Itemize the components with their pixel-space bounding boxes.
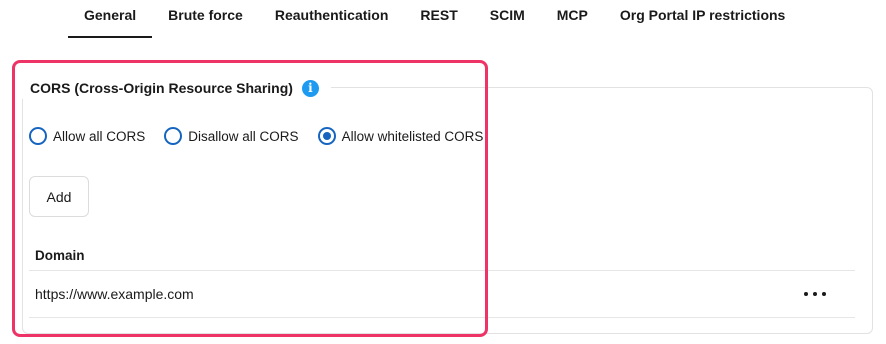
tab-general[interactable]: General: [68, 0, 153, 38]
radio-label: Disallow all CORS: [188, 128, 299, 144]
tab-brute-force[interactable]: Brute force: [168, 0, 243, 38]
settings-page: General Brute force Reauthentication RES…: [0, 0, 886, 344]
domain-cell: https://www.example.com: [35, 286, 194, 302]
domain-table: Domain https://www.example.com: [29, 240, 855, 318]
tab-mcp[interactable]: MCP: [557, 0, 588, 38]
radio-disallow-all-cors[interactable]: Disallow all CORS: [164, 127, 299, 145]
tab-reauthentication[interactable]: Reauthentication: [275, 0, 389, 38]
info-icon[interactable]: i: [301, 79, 319, 97]
cors-title: CORS (Cross-Origin Resource Sharing): [30, 80, 293, 96]
column-header-domain: Domain: [29, 240, 855, 271]
tab-rest[interactable]: REST: [420, 0, 457, 38]
radio-unchecked-icon[interactable]: [164, 127, 183, 145]
tab-bar: General Brute force Reauthentication RES…: [68, 0, 817, 38]
add-button[interactable]: Add: [29, 176, 89, 217]
radio-label: Allow whitelisted CORS: [341, 128, 484, 144]
radio-allow-all-cors[interactable]: Allow all CORS: [29, 127, 145, 145]
tab-org-portal-ip-restrictions[interactable]: Org Portal IP restrictions: [620, 0, 785, 38]
tab-scim[interactable]: SCIM: [490, 0, 525, 38]
radio-checked-icon[interactable]: [317, 127, 336, 145]
radio-allow-whitelisted-cors[interactable]: Allow whitelisted CORS: [317, 127, 484, 145]
radio-unchecked-icon[interactable]: [29, 127, 47, 145]
radio-label: Allow all CORS: [53, 128, 146, 144]
more-horizontal-icon[interactable]: [804, 284, 826, 304]
cors-radio-group: Allow all CORS Disallow all CORS Allow w…: [29, 127, 502, 145]
table-row: https://www.example.com: [29, 271, 855, 318]
cors-legend: CORS (Cross-Origin Resource Sharing) i: [20, 77, 331, 99]
